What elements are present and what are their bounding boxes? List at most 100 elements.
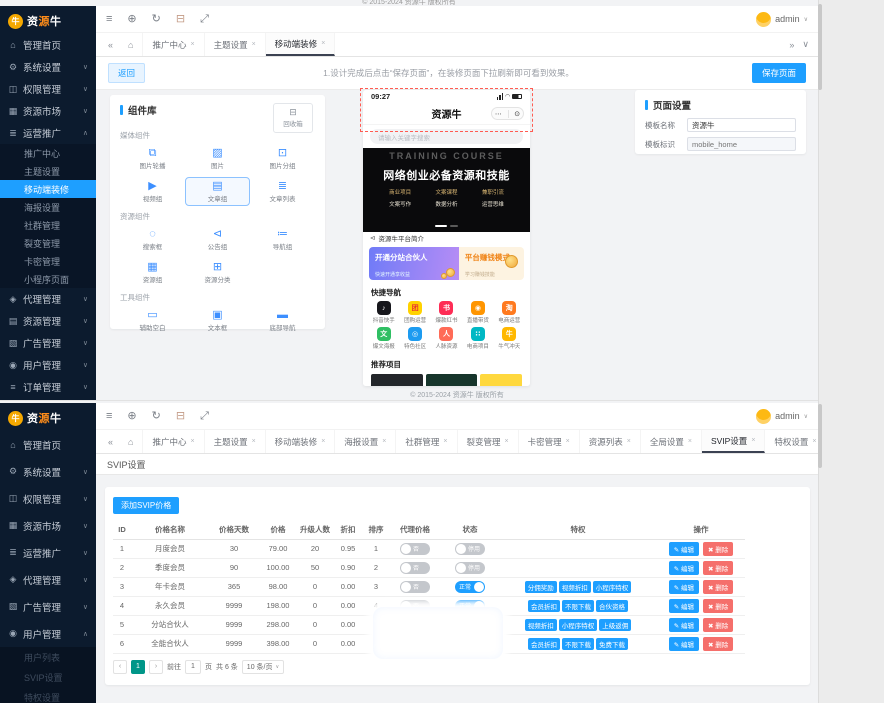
component-item-资源组[interactable]: ▦资源组 xyxy=(120,258,185,287)
sidebar-subitem-用户列表[interactable]: 用户列表 xyxy=(0,647,96,667)
sidebar-subitem-SVIP设置[interactable]: SVIP设置 xyxy=(0,667,96,687)
user-menu[interactable]: admin∨ xyxy=(756,12,808,27)
fullscreen-icon[interactable]: ⤢ xyxy=(200,14,209,25)
close-icon[interactable]: × xyxy=(321,438,325,445)
privilege-badge-合伙资格[interactable]: 合伙资格 xyxy=(596,600,628,612)
nav-grid-item-电商运营[interactable]: 淘电商运营 xyxy=(494,301,525,324)
add-svip-price-button[interactable]: 添加SVIP价格 xyxy=(113,497,179,514)
close-icon[interactable]: × xyxy=(252,41,256,48)
banner-link[interactable]: 兼职引流 xyxy=(470,188,516,196)
edit-button[interactable]: ✎ 编辑 xyxy=(669,637,699,651)
agent-price-toggle[interactable]: 否 xyxy=(400,543,430,555)
privilege-badge-上级返佣[interactable]: 上级返佣 xyxy=(599,619,631,631)
goto-page-input[interactable] xyxy=(185,660,201,674)
edit-button[interactable]: ✎ 编辑 xyxy=(669,542,699,556)
sidebar-subitem-小程序页面[interactable]: 小程序页面 xyxy=(0,270,96,288)
per-page-select[interactable]: 10 条/页 ∨ xyxy=(242,660,284,674)
sidebar-item-广告管理[interactable]: ▧广告管理∨ xyxy=(0,593,96,620)
dot-icon[interactable]: ⊕ xyxy=(127,411,136,422)
privilege-badge-会员折扣[interactable]: 会员折扣 xyxy=(528,600,560,612)
sidebar-subitem-特权设置[interactable]: 特权设置 xyxy=(0,687,96,703)
component-item-图片分组[interactable]: ⊡图片分组 xyxy=(250,144,315,173)
banner-link[interactable]: 商业项目 xyxy=(377,188,423,196)
close-icon[interactable]: × xyxy=(190,41,194,48)
sidebar-subitem-裂变管理[interactable]: 裂变管理 xyxy=(0,234,96,252)
sidebar-subitem-移动端装修[interactable]: 移动端装修 xyxy=(0,180,96,198)
phone-preview[interactable]: 09:27 ◠ 资源牛 ⋯ ⊙ 请输入关键字搜索 xyxy=(363,90,530,386)
component-item-底部导航[interactable]: ▬底部导航 xyxy=(250,306,315,335)
recommend-thumbnail[interactable] xyxy=(371,374,423,386)
close-icon[interactable]: × xyxy=(190,438,194,445)
miniprogram-capsule[interactable]: ⋯ ⊙ xyxy=(491,107,524,120)
current-page[interactable]: 1 xyxy=(131,660,145,674)
user-menu[interactable]: admin∨ xyxy=(756,409,808,424)
privilege-badge-视频折扣[interactable]: 视频折扣 xyxy=(559,581,591,593)
privilege-badge-不限下载[interactable]: 不限下载 xyxy=(562,600,594,612)
tabs-scroll-left[interactable]: « xyxy=(102,33,119,56)
tab-home[interactable]: ⌂ xyxy=(119,430,143,453)
edit-button[interactable]: ✎ 编辑 xyxy=(669,599,699,613)
tab-移动端装修[interactable]: 移动端装修× xyxy=(266,33,336,56)
fullscreen-icon[interactable]: ⤢ xyxy=(200,411,209,422)
banner-link[interactable]: 数据分析 xyxy=(423,200,469,208)
close-icon[interactable]: × xyxy=(688,438,692,445)
nav-grid-item-牛气冲天[interactable]: 牛牛气冲天 xyxy=(494,327,525,350)
sidebar-subitem-海报设置[interactable]: 海报设置 xyxy=(0,198,96,216)
tab-海报设置[interactable]: 海报设置× xyxy=(335,430,396,453)
component-item-文本框[interactable]: ▣文本框 xyxy=(185,306,250,335)
tab-资源列表[interactable]: 资源列表× xyxy=(580,430,641,453)
sidebar-item-权限管理[interactable]: ◫权限管理∨ xyxy=(0,78,96,100)
status-toggle[interactable]: 停用 xyxy=(455,562,485,574)
close-icon[interactable]: × xyxy=(566,438,570,445)
tab-推广中心[interactable]: 推广中心× xyxy=(143,33,204,56)
sidebar-item-管理首页[interactable]: ⌂管理首页 xyxy=(0,34,96,56)
close-icon[interactable]: × xyxy=(443,438,447,445)
delete-button[interactable]: ✖ 删除 xyxy=(703,542,733,556)
nav-grid-item-特色社区[interactable]: ◎特色社区 xyxy=(399,327,430,350)
menu-icon[interactable]: ≡ xyxy=(106,14,112,25)
template-slug-input[interactable] xyxy=(687,137,796,151)
privilege-badge-视频折扣[interactable]: 视频折扣 xyxy=(525,619,557,631)
sidebar-item-代理管理[interactable]: ◈代理管理∨ xyxy=(0,288,96,310)
save-page-button[interactable]: 保存页面 xyxy=(752,63,806,83)
sidebar-item-运营推广[interactable]: ≣运营推广∧ xyxy=(0,122,96,144)
phone-banner-carousel[interactable]: TRAINING COURSE 网络创业必备资源和技能 商业项目文案课程兼职引流… xyxy=(363,148,530,232)
sidebar-item-资源管理[interactable]: ▤资源管理∨ xyxy=(0,310,96,332)
edit-button[interactable]: ✎ 编辑 xyxy=(669,580,699,594)
sidebar-item-用户管理[interactable]: ◉用户管理∧ xyxy=(0,620,96,647)
close-icon[interactable]: × xyxy=(812,438,816,445)
sidebar-item-用户管理[interactable]: ◉用户管理∨ xyxy=(0,354,96,376)
tab-全局设置[interactable]: 全局设置× xyxy=(641,430,702,453)
tab-移动端装修[interactable]: 移动端装修× xyxy=(266,430,336,453)
tab-社群管理[interactable]: 社群管理× xyxy=(396,430,457,453)
prev-page-button[interactable]: ‹ xyxy=(113,660,127,674)
nav-grid-item-抖音快手[interactable]: ♪抖音快手 xyxy=(368,301,399,324)
sidebar-item-系统设置[interactable]: ⚙系统设置∨ xyxy=(0,458,96,485)
close-icon[interactable]: × xyxy=(382,438,386,445)
sidebar-subitem-卡密管理[interactable]: 卡密管理 xyxy=(0,252,96,270)
status-toggle[interactable]: 停用 xyxy=(455,543,485,555)
edit-button[interactable]: ✎ 编辑 xyxy=(669,561,699,575)
tabs-scroll-left[interactable]: « xyxy=(102,430,119,453)
privilege-badge-小程序特权[interactable]: 小程序特权 xyxy=(559,619,598,631)
tab-主题设置[interactable]: 主题设置× xyxy=(205,430,266,453)
agent-price-toggle[interactable]: 否 xyxy=(400,581,430,593)
next-page-button[interactable]: › xyxy=(149,660,163,674)
sidebar-subitem-社群管理[interactable]: 社群管理 xyxy=(0,216,96,234)
sidebar-item-权限管理[interactable]: ◫权限管理∨ xyxy=(0,485,96,512)
back-button[interactable]: 返回 xyxy=(108,63,145,83)
tab-SVIP设置[interactable]: SVIP设置× xyxy=(702,430,765,453)
close-icon[interactable]: × xyxy=(505,438,509,445)
component-item-公告组[interactable]: ⊲公告组 xyxy=(185,225,250,254)
phone-notice-bar[interactable]: ⊲ 资源牛平台简介 xyxy=(363,232,530,244)
nav-grid-item-团购运营[interactable]: 团团购运营 xyxy=(399,301,430,324)
tab-home[interactable]: ⌂ xyxy=(119,33,143,56)
component-item-文章列表[interactable]: ≣文章列表 xyxy=(250,177,315,206)
tab-推广中心[interactable]: 推广中心× xyxy=(143,430,204,453)
component-item-视频组[interactable]: ▶视频组 xyxy=(120,177,185,206)
nav-grid-item-爆文海报[interactable]: 文爆文海报 xyxy=(368,327,399,350)
banner-link[interactable]: 运营思维 xyxy=(470,200,516,208)
scrollbar[interactable] xyxy=(818,404,822,468)
status-toggle[interactable]: 正常 xyxy=(455,581,485,593)
agent-price-toggle[interactable]: 否 xyxy=(400,562,430,574)
